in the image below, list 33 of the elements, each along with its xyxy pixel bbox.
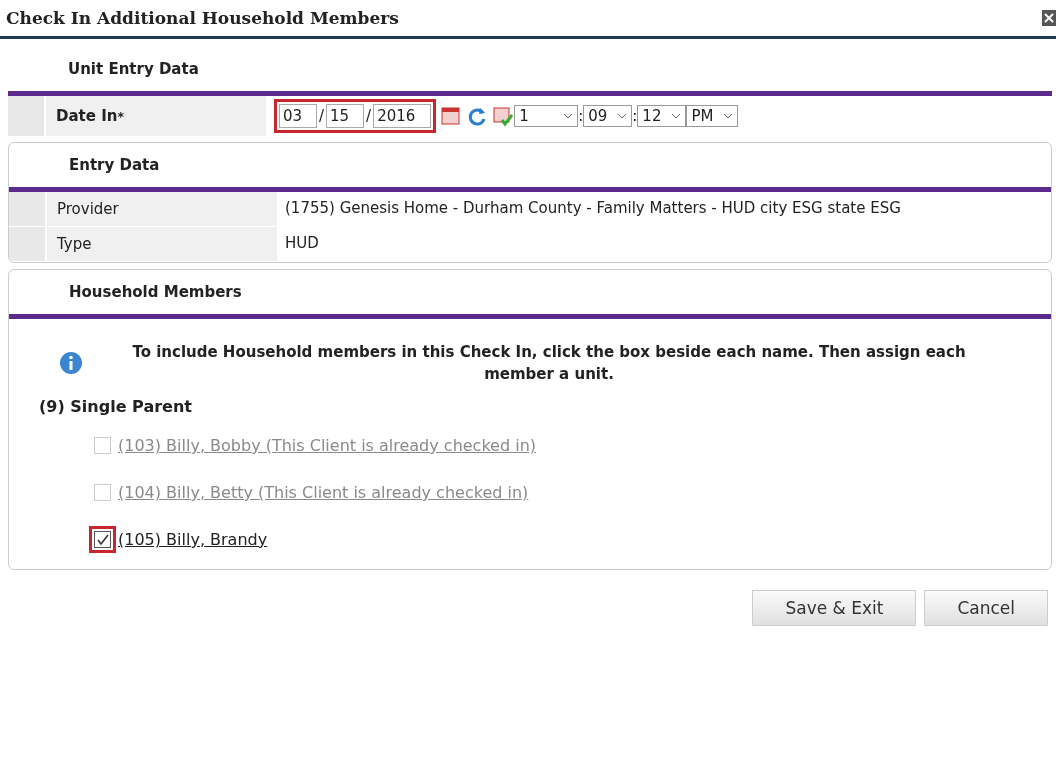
info-icon: [59, 351, 83, 375]
section-heading: Household Members: [69, 283, 242, 301]
section-heading: Unit Entry Data: [68, 60, 199, 78]
caret-icon: [617, 113, 628, 119]
time-separator: :: [578, 107, 584, 125]
row-gutter: [9, 192, 45, 226]
window-title: Check In Additional Household Members: [6, 8, 399, 28]
section-heading: Entry Data: [69, 156, 160, 174]
second-select[interactable]: 12: [637, 105, 687, 127]
minute-select[interactable]: 09: [583, 105, 633, 127]
instruction-text: To include Household members in this Check In, click the box beside each name. Then assign each member a unit.: [131, 342, 967, 385]
save-button[interactable]: Save & Exit: [752, 590, 917, 626]
close-icon[interactable]: [1042, 10, 1056, 26]
caret-icon: [723, 113, 734, 119]
field-label: Provider: [47, 192, 277, 226]
calendar-check-icon[interactable]: [492, 105, 515, 127]
field-value: (1755) Genesis Home - Durham County - Family Matters - HUD city ESG state ESG: [284, 198, 902, 219]
field-value: HUD: [284, 233, 320, 254]
date-field[interactable]: 03 / 15 / 2016: [274, 99, 437, 133]
checkmark-icon: [96, 533, 109, 546]
checkbox[interactable]: [89, 526, 116, 553]
row-gutter: [8, 96, 44, 136]
member-link[interactable]: (105) Billy, Brandy: [118, 530, 268, 549]
time-separator: :: [632, 107, 638, 125]
group-heading: (9) Single Parent: [38, 396, 193, 416]
hour-select[interactable]: 1: [514, 105, 579, 127]
caret-icon: [671, 113, 682, 119]
cancel-button[interactable]: Cancel: [924, 590, 1048, 626]
row-gutter: [9, 227, 45, 261]
field-label: Type: [47, 227, 277, 261]
ampm-select[interactable]: PM: [686, 105, 739, 127]
caret-icon: [563, 113, 574, 119]
calendar-icon[interactable]: [440, 105, 463, 127]
